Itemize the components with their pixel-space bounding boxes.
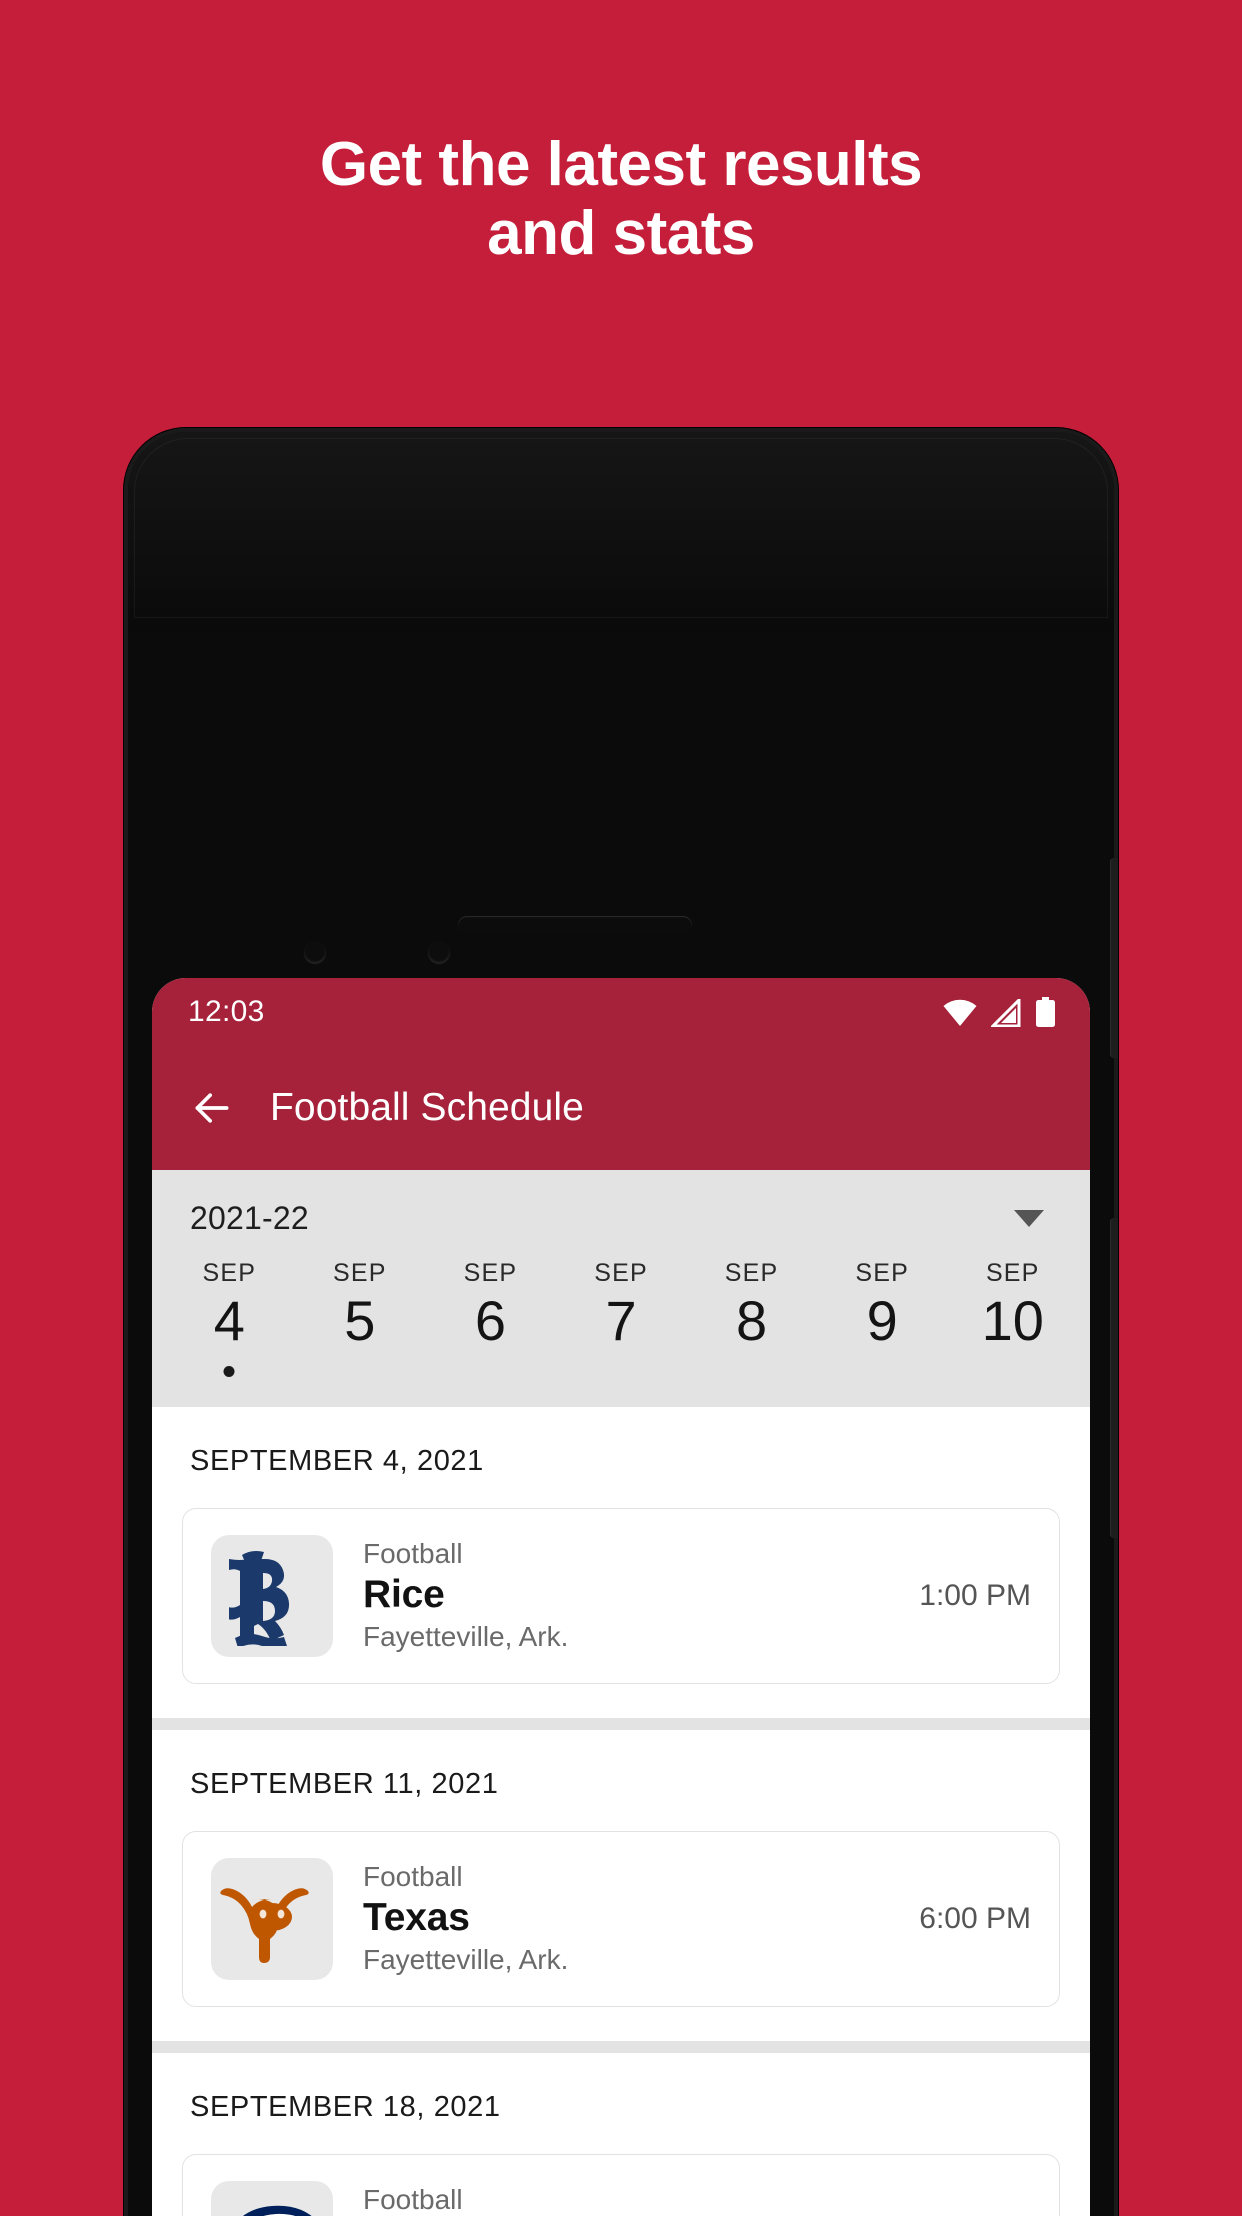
date-cell-sep-7[interactable]: SEP 7: [556, 1261, 687, 1379]
day-heading: SEPTEMBER 11, 2021: [190, 1767, 499, 1800]
game-card[interactable]: Football Rice Fayetteville, Ark. 1:00 PM: [182, 1507, 1060, 1684]
game-info: Football Rice Fayetteville, Ark.: [363, 1536, 875, 1656]
date-day: 10: [981, 1289, 1044, 1352]
date-cell-sep-4[interactable]: SEP 4: [164, 1261, 295, 1379]
date-cell-sep-5[interactable]: SEP 5: [295, 1261, 426, 1379]
day-heading: SEPTEMBER 4, 2021: [190, 1444, 484, 1477]
game-card[interactable]: Football Texas Fayetteville, Ark. 6:00 P…: [182, 1830, 1060, 2007]
day-block: SEPTEMBER 4, 2021 Football Rice Fayettev…: [152, 1406, 1090, 1718]
wifi-icon: [943, 999, 977, 1026]
date-month: SEP: [724, 1259, 779, 1287]
game-sport: Football: [363, 1860, 463, 1892]
date-day: 7: [605, 1289, 637, 1352]
date-cell-sep-10[interactable]: SEP 10: [947, 1261, 1078, 1379]
date-month: SEP: [202, 1259, 257, 1287]
game-info: Football Georgia Southern Fayetteville, …: [363, 2182, 875, 2216]
season-selector-value: 2021-22: [190, 1200, 309, 1236]
georgia-southern-eagles-logo: [242, 2205, 312, 2216]
game-time: 1:00 PM: [919, 1578, 1031, 1612]
app-bar: Football Schedule: [152, 1046, 1090, 1170]
promo-headline-line2: and stats: [487, 199, 755, 269]
date-day: 5: [344, 1289, 376, 1352]
date-month: SEP: [594, 1259, 648, 1287]
front-sensor-icon: [428, 942, 450, 964]
team-logo: [211, 2180, 333, 2216]
date-month: SEP: [985, 1259, 1040, 1287]
phone-screen: 12:03 Football Schedule 2021-22 SEP 4 SE…: [152, 978, 1090, 2216]
date-cell-sep-8[interactable]: SEP 8: [686, 1261, 817, 1379]
season-selector[interactable]: 2021-22: [152, 1170, 1090, 1243]
day-block: SEPTEMBER 18, 2021 Football: [152, 2052, 1090, 2216]
earpiece-speaker: [458, 916, 692, 934]
page-title: Football Schedule: [270, 1086, 584, 1129]
date-cell-sep-9[interactable]: SEP 9: [817, 1261, 948, 1379]
date-selected-indicator: [223, 1365, 235, 1377]
game-info: Football Texas Fayetteville, Ark.: [363, 1859, 875, 1979]
date-day: 8: [736, 1289, 768, 1352]
back-arrow-icon[interactable]: [190, 1086, 234, 1130]
date-month: SEP: [463, 1259, 518, 1287]
volume-button[interactable]: [1110, 1218, 1118, 1538]
battery-icon: [1036, 997, 1055, 1027]
game-sport: Football: [363, 1537, 463, 1569]
team-logo: [211, 1534, 333, 1657]
status-icons: [943, 997, 1056, 1027]
game-opponent: Texas: [363, 1895, 470, 1939]
power-button[interactable]: [1110, 858, 1118, 1058]
promo-headline-line1: Get the latest results: [319, 130, 923, 199]
date-day: 9: [866, 1289, 898, 1352]
day-heading: SEPTEMBER 18, 2021: [190, 2090, 501, 2123]
game-time: 6:00 PM: [919, 1901, 1031, 1935]
date-day: 4: [213, 1289, 245, 1352]
phone-mockup: 12:03 Football Schedule 2021-22 SEP 4 SE…: [124, 428, 1118, 2216]
date-cell-sep-6[interactable]: SEP 6: [425, 1261, 556, 1379]
game-venue: Fayetteville, Ark.: [363, 1621, 569, 1653]
day-block: SEPTEMBER 11, 2021 Football Texas Fayett…: [152, 1729, 1090, 2041]
cell-signal-icon: [991, 999, 1021, 1027]
date-strip[interactable]: SEP 4 SEP 5 SEP 6 SEP 7 SEP 8 SEP 9 SEP …: [152, 1243, 1090, 1407]
game-opponent: Rice: [363, 1572, 445, 1616]
promo-headline: Get the latest results and stats: [0, 130, 1242, 269]
status-clock: 12:03: [188, 995, 265, 1028]
status-bar: 12:03: [152, 978, 1090, 1046]
rice-owls-logo: [229, 1550, 290, 1646]
schedule-list[interactable]: SEPTEMBER 4, 2021 Football Rice Fayettev…: [152, 1406, 1090, 2216]
date-month: SEP: [855, 1259, 909, 1287]
texas-longhorns-logo: [220, 1887, 309, 1963]
date-day: 6: [474, 1289, 507, 1352]
game-sport: Football: [363, 2183, 463, 2215]
date-month: SEP: [333, 1259, 387, 1287]
team-logo: [211, 1857, 333, 1980]
phone-bezel: [134, 438, 1108, 618]
game-venue: Fayetteville, Ark.: [363, 1944, 569, 1976]
chevron-down-icon[interactable]: [1014, 1210, 1044, 1227]
front-camera-icon: [304, 942, 326, 964]
game-card[interactable]: Football Georgia Southern Fayetteville, …: [182, 2153, 1060, 2216]
